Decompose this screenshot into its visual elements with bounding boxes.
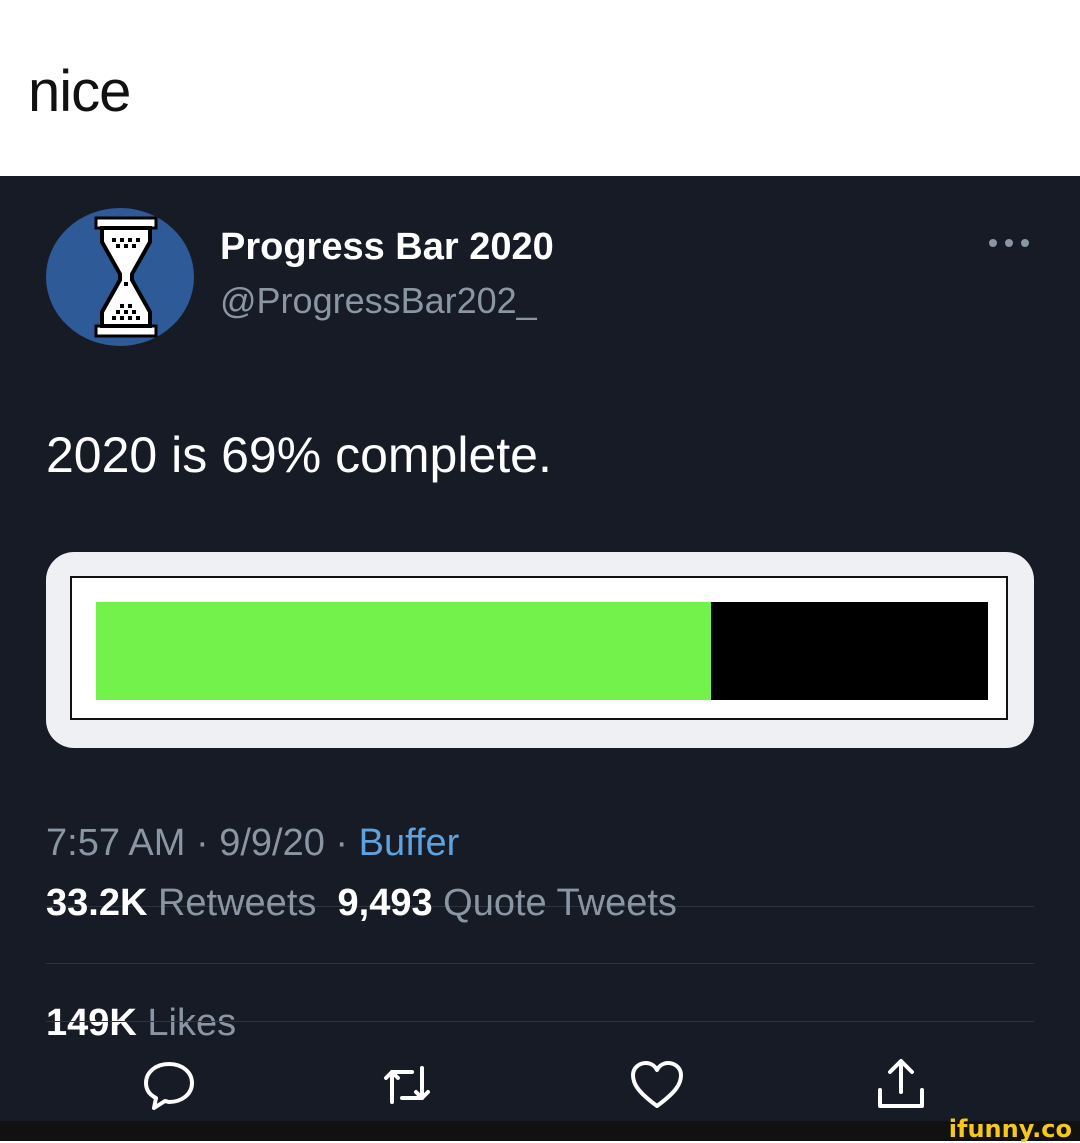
user-handle[interactable]: @ProgressBar202_: [220, 280, 537, 322]
meta-separator: ·: [195, 822, 209, 864]
quote-tweets-stat[interactable]: 9,493 Quote Tweets: [338, 882, 677, 924]
avatar[interactable]: [46, 208, 194, 346]
tweet-media[interactable]: [46, 552, 1034, 748]
likes-count: 149K: [46, 1002, 137, 1044]
tweet-meta: 7:57 AM · 9/9/20 · Buffer: [46, 822, 459, 865]
like-icon[interactable]: [628, 1056, 686, 1114]
quotes-count: 9,493: [337, 882, 433, 924]
tweet-card: Progress Bar 2020 @ProgressBar202_ 2020 …: [0, 176, 1080, 1121]
share-icon[interactable]: [872, 1056, 930, 1114]
meta-separator: ·: [335, 822, 349, 864]
tweet-time: 7:57 AM: [46, 822, 186, 864]
progress-bar-fill: [96, 602, 712, 700]
tweet-stats: 33.2K Retweets 9,493 Quote Tweets: [46, 882, 677, 925]
tweet-date: 9/9/20: [219, 822, 325, 864]
likes-stat[interactable]: 149K Likes: [46, 1002, 236, 1045]
display-name[interactable]: Progress Bar 2020: [220, 226, 554, 269]
tweet-source-link[interactable]: Buffer: [359, 822, 460, 864]
retweets-count: 33.2K: [46, 882, 148, 924]
tweet-text: 2020 is 69% complete.: [46, 427, 552, 483]
retweets-stat[interactable]: 33.2K Retweets: [46, 882, 316, 924]
divider: [46, 1021, 1034, 1022]
retweets-label: Retweets: [157, 882, 317, 924]
divider: [46, 963, 1034, 964]
progress-bar-frame: [70, 576, 1008, 720]
reply-icon[interactable]: [140, 1056, 198, 1114]
retweet-icon[interactable]: [378, 1056, 436, 1114]
progress-bar-track: [96, 602, 988, 700]
more-options-icon[interactable]: [984, 228, 1034, 258]
caption-text: nice: [28, 59, 131, 124]
hourglass-icon: [94, 216, 158, 338]
watermark-bar: ifunny.co: [0, 1117, 1080, 1141]
quotes-label: Quote Tweets: [443, 882, 677, 924]
watermark-text: ifunny.co: [948, 1115, 1072, 1143]
meme-caption-area: nice: [0, 0, 1080, 176]
likes-label: Likes: [147, 1002, 237, 1044]
